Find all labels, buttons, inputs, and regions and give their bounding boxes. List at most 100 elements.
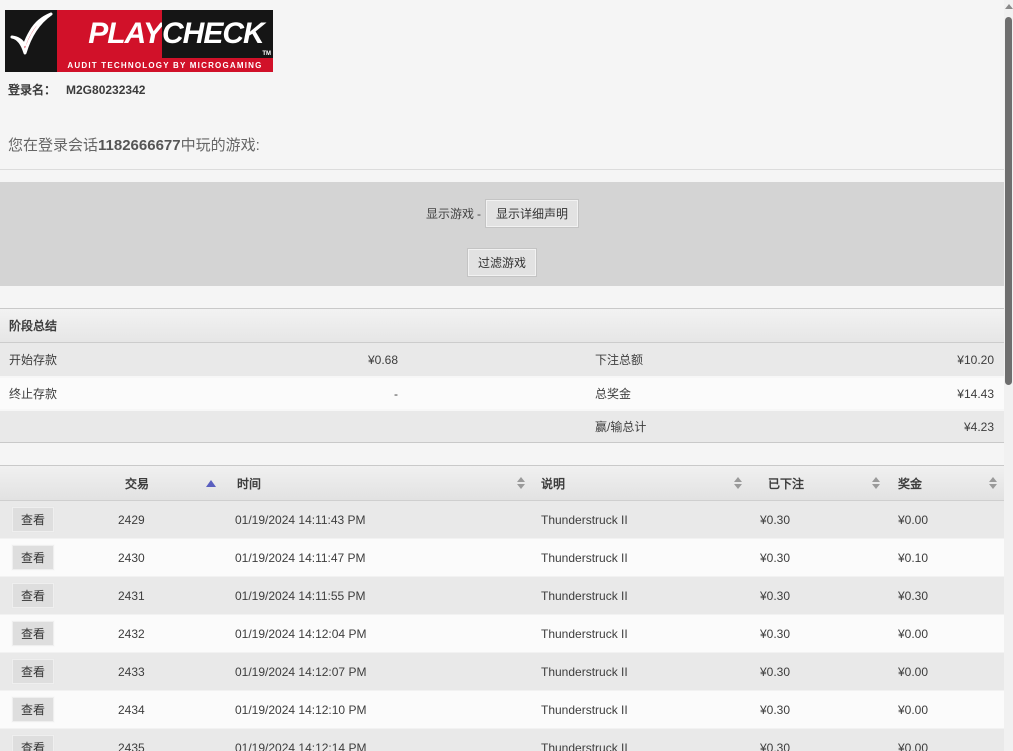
logo-wordmark: PLAY CHECK TM AUDIT TECHNOLOGY BY MICROG… — [57, 10, 273, 72]
summary-value-left: ¥0.68 — [190, 353, 400, 367]
show-detail-statement-button[interactable]: 显示详细声明 — [486, 200, 578, 227]
sort-icon — [517, 477, 525, 489]
view-cell: 查看 — [0, 621, 105, 646]
view-cell: 查看 — [0, 697, 105, 722]
column-header-bet[interactable]: 已下注 — [749, 466, 887, 500]
column-header-transaction[interactable]: 交易 — [105, 466, 222, 500]
playcheck-page: PLAY CHECK TM AUDIT TECHNOLOGY BY MICROG… — [0, 0, 1013, 751]
summary-title: 阶段总结 — [0, 309, 1004, 343]
column-header-time[interactable]: 时间 — [222, 466, 532, 500]
time-cell: 01/19/2024 14:11:47 PM — [222, 551, 532, 565]
description-cell: Thunderstruck II — [532, 665, 749, 679]
table-row: 查看 243201/19/2024 14:12:04 PMThunderstruc… — [0, 615, 1004, 653]
summary-row: 开始存款¥0.68 下注总额¥10.20 — [0, 343, 1004, 376]
transactions-header-row: 交易 时间 说明 已下注 奖金 — [0, 465, 1004, 501]
show-games-label: 显示游戏 — [426, 205, 474, 222]
view-cell: 查看 — [0, 583, 105, 608]
summary-label-right: 下注总额 — [587, 351, 790, 368]
summary-row: 终止存款-总奖金¥14.43 — [0, 376, 1004, 409]
bet-cell: ¥0.30 — [749, 703, 887, 717]
scroll-up-arrow-icon[interactable] — [1005, 4, 1013, 9]
sort-icon — [989, 477, 997, 489]
summary-value-right: ¥14.43 — [790, 387, 1004, 401]
table-row: 查看 243301/19/2024 14:12:07 PMThunderstruc… — [0, 653, 1004, 691]
view-cell: 查看 — [0, 545, 105, 570]
bet-cell: ¥0.30 — [749, 589, 887, 603]
time-cell: 01/19/2024 14:12:07 PM — [222, 665, 532, 679]
win-cell: ¥0.00 — [887, 665, 1004, 679]
description-cell: Thunderstruck II — [532, 741, 749, 751]
view-cell: 查看 — [0, 735, 105, 751]
session-line: 您在登录会话1182666677中玩的游戏: — [0, 98, 1004, 170]
session-suffix: 中玩的游戏: — [181, 137, 260, 154]
view-button[interactable]: 查看 — [12, 583, 54, 608]
description-cell: Thunderstruck II — [532, 551, 749, 565]
table-row: 查看 243501/19/2024 14:12:14 PMThunderstruc… — [0, 729, 1004, 751]
sort-icon — [734, 477, 742, 489]
transaction-id-cell: 2429 — [105, 513, 222, 527]
scrollbar-thumb[interactable] — [1005, 17, 1012, 385]
win-cell: ¥0.00 — [887, 703, 1004, 717]
description-cell: Thunderstruck II — [532, 703, 749, 717]
view-button[interactable]: 查看 — [12, 621, 54, 646]
column-header-win[interactable]: 奖金 — [887, 466, 1004, 500]
logo-check-text: CHECK — [162, 10, 273, 58]
session-prefix: 您在登录会话 — [8, 137, 98, 154]
filter-band: 显示游戏 - 显示详细声明 过滤游戏 — [0, 182, 1004, 286]
bet-cell: ¥0.30 — [749, 741, 887, 751]
time-cell: 01/19/2024 14:12:04 PM — [222, 627, 532, 641]
summary-label-right: 总奖金 — [587, 385, 790, 402]
filter-games-button[interactable]: 过滤游戏 — [468, 249, 536, 276]
transaction-id-cell: 2434 — [105, 703, 222, 717]
transaction-id-cell: 2430 — [105, 551, 222, 565]
description-cell: Thunderstruck II — [532, 627, 749, 641]
win-cell: ¥0.10 — [887, 551, 1004, 565]
bet-cell: ¥0.30 — [749, 665, 887, 679]
time-cell: 01/19/2024 14:12:14 PM — [222, 741, 532, 751]
summary-row: 赢/输总计¥4.23 — [0, 409, 1004, 442]
login-value: M2G80232342 — [66, 83, 145, 97]
transactions-body: 查看242901/19/2024 14:11:43 PMThunderstruc… — [0, 501, 1004, 751]
logo-play-text: PLAY — [57, 10, 162, 58]
view-button[interactable]: 查看 — [12, 545, 54, 570]
session-id: 1182666677 — [98, 137, 181, 154]
view-button[interactable]: 查看 — [12, 507, 54, 532]
bet-cell: ¥0.30 — [749, 627, 887, 641]
view-cell: 查看 — [0, 507, 105, 532]
summary-label-left: 开始存款 — [0, 351, 190, 368]
vertical-scrollbar[interactable] — [1004, 0, 1013, 751]
summary-value-right: ¥10.20 — [790, 353, 1004, 367]
view-button[interactable]: 查看 — [12, 697, 54, 722]
time-cell: 01/19/2024 14:12:10 PM — [222, 703, 532, 717]
time-cell: 01/19/2024 14:11:55 PM — [222, 589, 532, 603]
description-cell: Thunderstruck II — [532, 513, 749, 527]
sort-icon — [872, 477, 880, 489]
win-cell: ¥0.00 — [887, 513, 1004, 527]
view-button[interactable]: 查看 — [12, 659, 54, 684]
login-row: 登录名： M2G80232342 — [8, 81, 1004, 98]
transactions-table: 交易 时间 说明 已下注 奖金 — [0, 465, 1004, 751]
session-summary-table: 阶段总结 开始存款¥0.68下注总额¥10.20终止存款-总奖金¥14.43赢/… — [0, 308, 1004, 443]
sort-ascending-icon — [206, 480, 216, 487]
column-header-view — [0, 466, 105, 500]
summary-value-left: - — [190, 387, 400, 401]
win-cell: ¥0.00 — [887, 627, 1004, 641]
transaction-id-cell: 2432 — [105, 627, 222, 641]
transaction-id-cell: 2431 — [105, 589, 222, 603]
table-row: 查看 243401/19/2024 14:12:10 PMThunderstruc… — [0, 691, 1004, 729]
separator-dash: - — [477, 207, 481, 221]
column-header-description[interactable]: 说明 — [532, 466, 749, 500]
logo-tm: TM — [262, 51, 271, 57]
table-row: 查看243101/19/2024 14:11:55 PMThunderstruc… — [0, 577, 1004, 615]
login-label: 登录名： — [8, 83, 56, 97]
view-button[interactable]: 查看 — [12, 735, 54, 751]
table-row: 查看 243001/19/2024 14:11:47 PMThunderstruc… — [0, 539, 1004, 577]
transaction-id-cell: 2435 — [105, 741, 222, 751]
win-cell: ¥0.00 — [887, 741, 1004, 751]
checkmark-icon — [5, 10, 57, 72]
summary-label-right: 赢/输总计 — [587, 418, 790, 435]
playcheck-logo: PLAY CHECK TM AUDIT TECHNOLOGY BY MICROG… — [5, 10, 273, 72]
view-cell: 查看 — [0, 659, 105, 684]
transaction-id-cell: 2433 — [105, 665, 222, 679]
summary-value-right: ¥4.23 — [790, 420, 1004, 434]
